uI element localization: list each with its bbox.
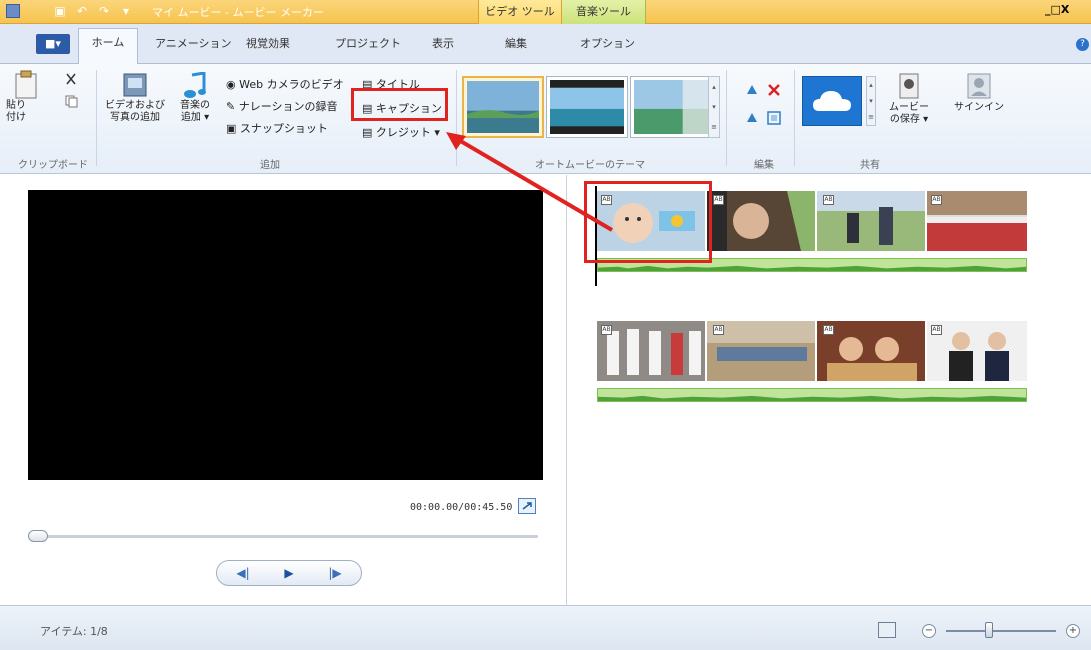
next-frame-icon[interactable]: |▶ bbox=[315, 564, 355, 582]
clip-thumbnail[interactable] bbox=[597, 321, 705, 381]
user-icon bbox=[967, 73, 991, 99]
caption-flag-icon: AB bbox=[713, 195, 724, 205]
zoom-in-icon[interactable]: + bbox=[1066, 624, 1080, 638]
paste-button[interactable]: 貼り 付け bbox=[6, 70, 46, 124]
zoom-out-icon[interactable]: − bbox=[922, 624, 936, 638]
microphone-icon: ✎ bbox=[226, 100, 239, 113]
tab-view[interactable]: 表示 bbox=[432, 35, 454, 51]
record-narration-button[interactable]: ✎ ナレーションの録音 bbox=[226, 98, 338, 114]
fullscreen-icon[interactable] bbox=[518, 498, 536, 514]
context-tab-music-tools: 音楽ツール bbox=[562, 0, 646, 24]
credits-icon: ▤ bbox=[362, 126, 376, 139]
zoom-slider-track[interactable] bbox=[946, 630, 1056, 632]
rotate-left-icon[interactable] bbox=[744, 82, 760, 98]
snapshot-icon: ▣ bbox=[226, 122, 240, 135]
remove-icon[interactable] bbox=[766, 82, 782, 98]
status-items: アイテム: 1/8 bbox=[40, 625, 108, 638]
window-controls[interactable]: _□X bbox=[1045, 3, 1069, 16]
previous-frame-icon[interactable]: ◀| bbox=[223, 564, 263, 582]
timecode: 00:00.00/00:45.50 bbox=[410, 502, 513, 513]
tab-animations[interactable]: アニメーション bbox=[155, 35, 232, 51]
group-label-clipboard: クリップボード bbox=[18, 160, 88, 171]
clip-thumbnail[interactable] bbox=[927, 191, 1027, 251]
group-label-editing: 編集 bbox=[754, 160, 774, 171]
save-icon[interactable]: ▣ bbox=[52, 3, 68, 19]
theme-thumbnail bbox=[467, 81, 539, 133]
save-movie-button[interactable]: ムービー の保存 ▾ bbox=[882, 72, 936, 126]
save-movie-icon bbox=[899, 73, 919, 99]
transport-controls: ◀| ▶ |▶ bbox=[216, 560, 362, 586]
onedrive-share-button[interactable] bbox=[802, 76, 862, 126]
theme-thumbnail bbox=[634, 80, 708, 134]
caption-flag-icon: AB bbox=[823, 325, 834, 335]
share-scroll[interactable]: ▴ ▾ ≡ bbox=[866, 76, 876, 126]
webcam-icon: ◉ bbox=[226, 78, 240, 91]
annotation-arrow bbox=[446, 132, 614, 232]
webcam-video-button[interactable]: ◉ Web カメラのビデオ bbox=[226, 76, 344, 92]
music-note-icon bbox=[184, 72, 206, 98]
waveform bbox=[598, 395, 1026, 401]
caption-flag-icon: AB bbox=[931, 195, 942, 205]
redo-icon[interactable]: ↷ bbox=[96, 3, 112, 19]
group-label-share: 共有 bbox=[860, 160, 880, 171]
cloud-icon bbox=[813, 91, 851, 111]
app-icon bbox=[6, 4, 20, 18]
tab-options[interactable]: オプション bbox=[580, 35, 635, 51]
theme-default[interactable] bbox=[462, 76, 544, 138]
film-photo-icon bbox=[123, 73, 147, 97]
select-all-icon[interactable] bbox=[766, 110, 782, 126]
themes-scroll[interactable]: ▴ ▾ ≡ bbox=[708, 76, 720, 138]
rotate-right-icon[interactable] bbox=[744, 110, 760, 126]
copy-icon[interactable] bbox=[64, 94, 78, 108]
caption-flag-icon: AB bbox=[601, 325, 612, 335]
undo-icon[interactable]: ↶ bbox=[74, 3, 90, 19]
caption-highlight-box bbox=[351, 88, 448, 121]
zoom-slider-thumb[interactable] bbox=[985, 622, 993, 638]
seek-thumb[interactable] bbox=[28, 530, 48, 542]
window-title: マイ ムービー - ムービー メーカー bbox=[152, 6, 324, 19]
add-videos-photos-button[interactable]: ビデオおよび 写真の追加 bbox=[102, 72, 168, 124]
theme-fade[interactable] bbox=[630, 76, 712, 138]
caption-flag-icon: AB bbox=[713, 325, 724, 335]
group-label-add: 追加 bbox=[260, 160, 280, 171]
caption-flag-icon: AB bbox=[823, 195, 834, 205]
add-music-button[interactable]: 音楽の 追加 ▾ bbox=[172, 72, 218, 124]
storyboard-view-icon[interactable] bbox=[878, 622, 896, 638]
clip-thumbnail[interactable] bbox=[927, 321, 1027, 381]
ribbon-tab-row: ■▾ ホーム アニメーション 視覚効果 プロジェクト 表示 編集 オプション ? bbox=[0, 24, 1091, 64]
help-icon[interactable]: ? bbox=[1076, 38, 1089, 51]
tab-visual-effects[interactable]: 視覚効果 bbox=[246, 35, 290, 51]
tab-edit[interactable]: 編集 bbox=[505, 35, 527, 51]
caption-flag-icon: AB bbox=[931, 325, 942, 335]
file-menu-button[interactable]: ■▾ bbox=[36, 34, 70, 54]
theme-thumbnail bbox=[550, 80, 624, 134]
context-tab-video-tools: ビデオ ツール bbox=[478, 0, 562, 24]
tab-home[interactable]: ホーム bbox=[78, 28, 138, 64]
play-icon[interactable]: ▶ bbox=[269, 564, 309, 582]
audio-track-2[interactable] bbox=[597, 388, 1027, 402]
paste-icon bbox=[15, 70, 37, 99]
tab-project[interactable]: プロジェクト bbox=[335, 35, 401, 51]
quick-access-dropdown-icon[interactable]: ▾ bbox=[118, 3, 134, 19]
theme-cinematic[interactable] bbox=[546, 76, 628, 138]
sign-in-button[interactable]: サインイン bbox=[950, 72, 1008, 114]
cut-icon[interactable] bbox=[64, 72, 78, 86]
credits-button[interactable]: ▤ クレジット ▾ bbox=[362, 124, 440, 140]
snapshot-button[interactable]: ▣ スナップショット bbox=[226, 120, 328, 136]
seek-bar[interactable] bbox=[28, 535, 538, 538]
